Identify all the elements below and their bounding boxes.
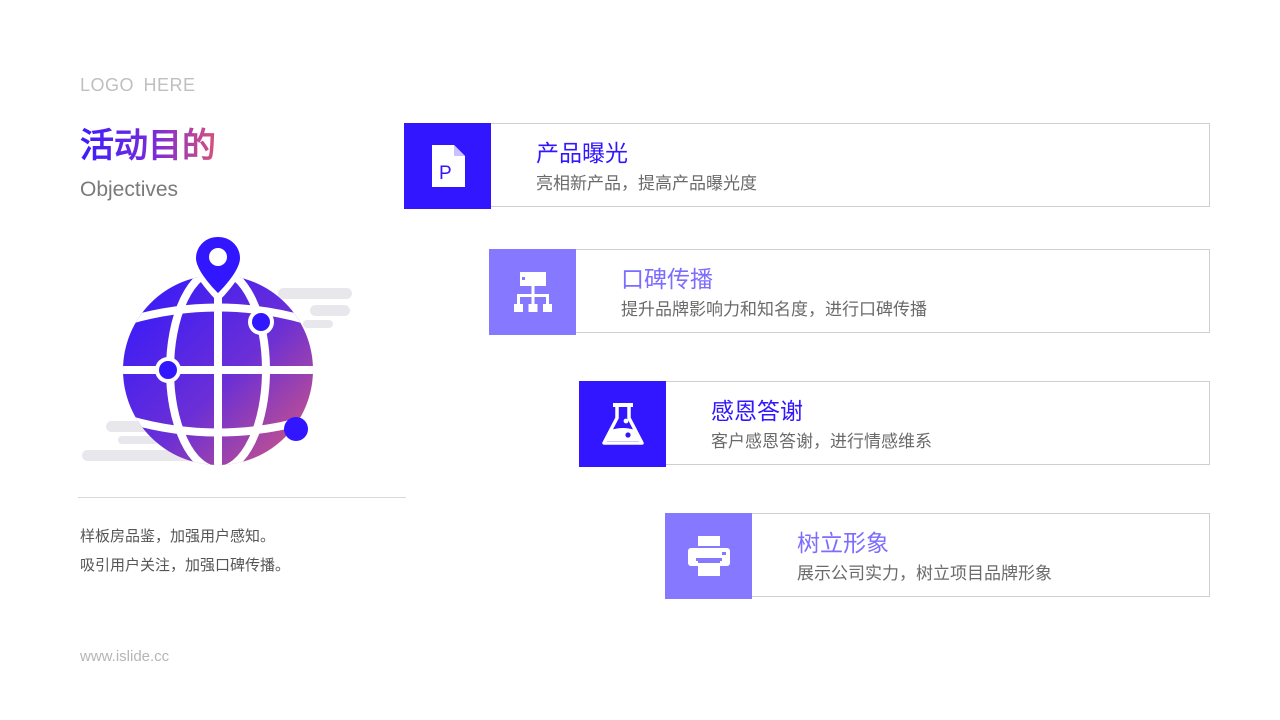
icon-box (579, 381, 666, 467)
printer-icon (687, 536, 730, 576)
card-desc: 客户感恩答谢，进行情感维系 (711, 432, 932, 452)
sitemap-icon (513, 272, 552, 312)
description-line: 样板房品鉴，加强用户感知。 (80, 527, 276, 545)
card-title: 树立形象 (797, 531, 889, 557)
icon-box (665, 513, 752, 599)
objective-card-word-of-mouth: 口碑传播 提升品牌影响力和知名度，进行口碑传播 (489, 249, 1210, 335)
objective-card-product-exposure: P 产品曝光 亮相新产品，提高产品曝光度 (404, 123, 1210, 209)
document-p-icon: P (431, 145, 465, 187)
svg-text:P: P (439, 163, 452, 184)
card-title: 口碑传播 (621, 267, 713, 293)
description-line: 吸引用户关注，加强口碑传播。 (80, 556, 291, 574)
page-subtitle: Objectives (80, 178, 179, 201)
icon-box: P (404, 123, 491, 209)
objective-card-brand-image: 树立形象 展示公司实力，树立项目品牌形象 (665, 513, 1210, 599)
icon-box (489, 249, 576, 335)
objective-card-gratitude: 感恩答谢 客户感恩答谢，进行情感维系 (579, 381, 1210, 467)
card-title: 产品曝光 (536, 141, 628, 167)
card-desc: 亮相新产品，提高产品曝光度 (536, 174, 757, 194)
card-desc: 展示公司实力，树立项目品牌形象 (797, 564, 1052, 584)
globe-location-icon (82, 230, 352, 465)
description: 样板房品鉴，加强用户感知。 吸引用户关注，加强口碑传播。 (80, 522, 290, 580)
logo-text: LOGO HERE (80, 75, 196, 95)
divider (78, 497, 406, 498)
footer-url: www.islide.cc (80, 648, 170, 665)
card-title: 感恩答谢 (711, 399, 803, 425)
flask-icon (601, 403, 644, 445)
page-title: 活动目的 (80, 126, 216, 166)
card-desc: 提升品牌影响力和知名度，进行口碑传播 (621, 300, 927, 320)
